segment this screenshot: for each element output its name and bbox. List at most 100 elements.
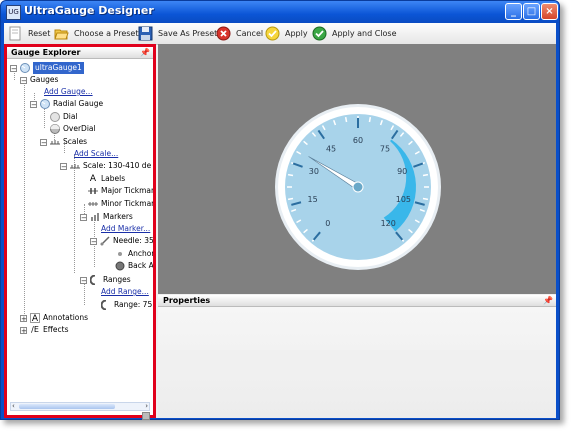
tree-scale-label: Scale: 130-410 de bbox=[83, 161, 152, 170]
tree-anchor-label: Anchor bbox=[128, 249, 153, 258]
scale-label: 60 bbox=[353, 136, 363, 145]
overdial-icon bbox=[50, 124, 60, 134]
close-button[interactable]: × bbox=[541, 3, 558, 20]
tree-node-root[interactable]: − ultraGauge1 bbox=[10, 62, 84, 74]
minor-tick-icon bbox=[88, 202, 98, 206]
collapse-toggle[interactable]: − bbox=[90, 237, 97, 245]
pin-icon[interactable]: 📌 bbox=[140, 47, 150, 59]
collapse-toggle[interactable]: − bbox=[40, 138, 47, 146]
tree-node-scale[interactable]: − Scale: 130-410 de bbox=[60, 160, 151, 172]
checkmark-yellow-icon bbox=[265, 26, 280, 41]
tree-node-scales[interactable]: − Scales bbox=[40, 136, 87, 148]
markers-icon bbox=[91, 213, 99, 221]
pin-icon[interactable]: 📌 bbox=[543, 295, 553, 307]
minor-tick bbox=[422, 197, 429, 201]
scale-label: 45 bbox=[326, 144, 336, 153]
reset-label: Reset bbox=[28, 29, 51, 38]
delete-icon[interactable] bbox=[142, 412, 150, 420]
gauge-explorer-header: Gauge Explorer 📌 bbox=[7, 47, 153, 59]
scale-ruler-icon bbox=[70, 164, 80, 169]
horizontal-scrollbar[interactable]: ‹ › bbox=[10, 402, 150, 411]
collapse-toggle[interactable]: − bbox=[60, 162, 67, 170]
gauge-explorer-title: Gauge Explorer bbox=[11, 48, 81, 57]
scroll-right-icon[interactable]: › bbox=[145, 402, 148, 410]
tree-node-major-tickmarks[interactable]: Major Tickmar bbox=[88, 185, 153, 197]
collapse-toggle[interactable]: − bbox=[10, 64, 17, 72]
title-bar[interactable]: UG UltraGauge Designer _ □ × bbox=[1, 1, 559, 23]
explorer-tree: − ultraGauge1 − Gauges Add Gauge... − Ra… bbox=[7, 60, 153, 390]
collapse-toggle[interactable]: − bbox=[80, 213, 87, 221]
minor-tick bbox=[287, 173, 294, 177]
scale-label: 105 bbox=[396, 195, 411, 204]
tree-node-radial-gauge[interactable]: − Radial Gauge bbox=[30, 98, 103, 110]
properties-title: Properties bbox=[163, 296, 211, 305]
tree-node-annotations[interactable]: + A Annotations bbox=[20, 312, 88, 324]
collapse-toggle[interactable]: − bbox=[20, 76, 27, 84]
add-scale-label[interactable]: Add Scale... bbox=[74, 148, 118, 160]
radial-gauge-preview[interactable]: 0 15 30 45 60 75 90 105 120 bbox=[158, 44, 556, 294]
tree-node-markers[interactable]: − Markers bbox=[80, 211, 133, 223]
tree-annotations-label: Annotations bbox=[43, 313, 89, 322]
tree-node-range[interactable]: Range: 75 bbox=[101, 299, 152, 311]
apply-close-button[interactable]: Apply and Close bbox=[312, 25, 397, 42]
properties-grid-area[interactable] bbox=[158, 350, 556, 380]
scale-label: 15 bbox=[308, 195, 318, 204]
choose-preset-label: Choose a Preset bbox=[74, 29, 139, 38]
tree-node-effects[interactable]: + ∕E Effects bbox=[20, 324, 69, 336]
reset-button[interactable]: Reset bbox=[8, 25, 50, 42]
add-marker-link[interactable]: Add Marker... bbox=[101, 223, 150, 235]
save-preset-button[interactable]: Save As Preset bbox=[138, 25, 217, 42]
needle-anchor bbox=[352, 181, 364, 193]
expand-toggle[interactable]: + bbox=[20, 314, 27, 322]
gauge-preview-canvas[interactable]: 0 15 30 45 60 75 90 105 120 bbox=[158, 44, 556, 294]
tree-node-anchor[interactable]: Anchor bbox=[115, 248, 153, 260]
tree-node-back-anchor[interactable]: Back A bbox=[115, 260, 153, 272]
tree-node-needle[interactable]: − Needle: 35 bbox=[90, 235, 153, 247]
checkmark-green-icon bbox=[312, 26, 327, 41]
cancel-icon bbox=[216, 26, 231, 41]
folder-open-icon bbox=[54, 29, 69, 40]
back-anchor-icon bbox=[115, 261, 125, 271]
tree-minor-tickmarks-label: Minor Tickmar bbox=[101, 199, 153, 208]
add-range-label[interactable]: Add Range... bbox=[101, 286, 149, 298]
tree-node-overdial[interactable]: OverDial bbox=[50, 123, 96, 135]
tree-major-tickmarks-label: Major Tickmar bbox=[101, 186, 153, 195]
toolbar: Reset Choose a Preset Save As Preset Can… bbox=[4, 23, 556, 45]
tree-node-labels[interactable]: A Labels bbox=[88, 173, 125, 185]
tree-gauges-label: Gauges bbox=[30, 75, 59, 84]
minimize-button[interactable]: _ bbox=[505, 3, 522, 20]
tree-node-ranges[interactable]: − Ranges bbox=[80, 274, 131, 286]
scrollbar-thumb[interactable] bbox=[19, 404, 115, 409]
apply-button[interactable]: Apply bbox=[265, 25, 308, 42]
minor-tick bbox=[368, 116, 372, 123]
maximize-button[interactable]: □ bbox=[523, 3, 540, 20]
scale-label: 0 bbox=[325, 219, 330, 228]
designer-window: UG UltraGauge Designer _ □ × Reset Choos… bbox=[0, 0, 560, 420]
tree-ranges-label: Ranges bbox=[103, 275, 131, 284]
cancel-button[interactable]: Cancel bbox=[216, 25, 263, 42]
tree-dial-label: Dial bbox=[63, 112, 78, 121]
add-marker-label[interactable]: Add Marker... bbox=[101, 223, 150, 235]
scale-label: 120 bbox=[381, 219, 396, 228]
add-gauge-link[interactable]: Add Gauge... bbox=[44, 86, 93, 98]
tree-node-gauges[interactable]: − Gauges bbox=[20, 74, 58, 86]
apply-close-label: Apply and Close bbox=[332, 29, 397, 38]
add-range-link[interactable]: Add Range... bbox=[101, 286, 149, 298]
major-tick-icon bbox=[88, 188, 98, 194]
minor-tick bbox=[344, 116, 348, 123]
collapse-toggle[interactable]: − bbox=[30, 100, 37, 108]
add-gauge-label[interactable]: Add Gauge... bbox=[44, 86, 93, 98]
expand-toggle[interactable]: + bbox=[20, 326, 27, 334]
tree-node-dial[interactable]: Dial bbox=[50, 111, 78, 123]
tree-range-label: Range: 75 bbox=[114, 300, 153, 309]
range-arc-icon bbox=[101, 300, 107, 310]
add-scale-link[interactable]: Add Scale... bbox=[74, 148, 118, 160]
save-preset-label: Save As Preset bbox=[158, 29, 218, 38]
choose-preset-button[interactable]: Choose a Preset bbox=[54, 25, 138, 42]
properties-header: Properties 📌 bbox=[158, 295, 556, 307]
tree-radial-gauge-label: Radial Gauge bbox=[53, 99, 104, 108]
scale-label: 90 bbox=[397, 167, 407, 176]
scroll-left-icon[interactable]: ‹ bbox=[12, 402, 15, 410]
tree-node-minor-tickmarks[interactable]: Minor Tickmar bbox=[88, 198, 153, 210]
collapse-toggle[interactable]: − bbox=[80, 276, 87, 284]
